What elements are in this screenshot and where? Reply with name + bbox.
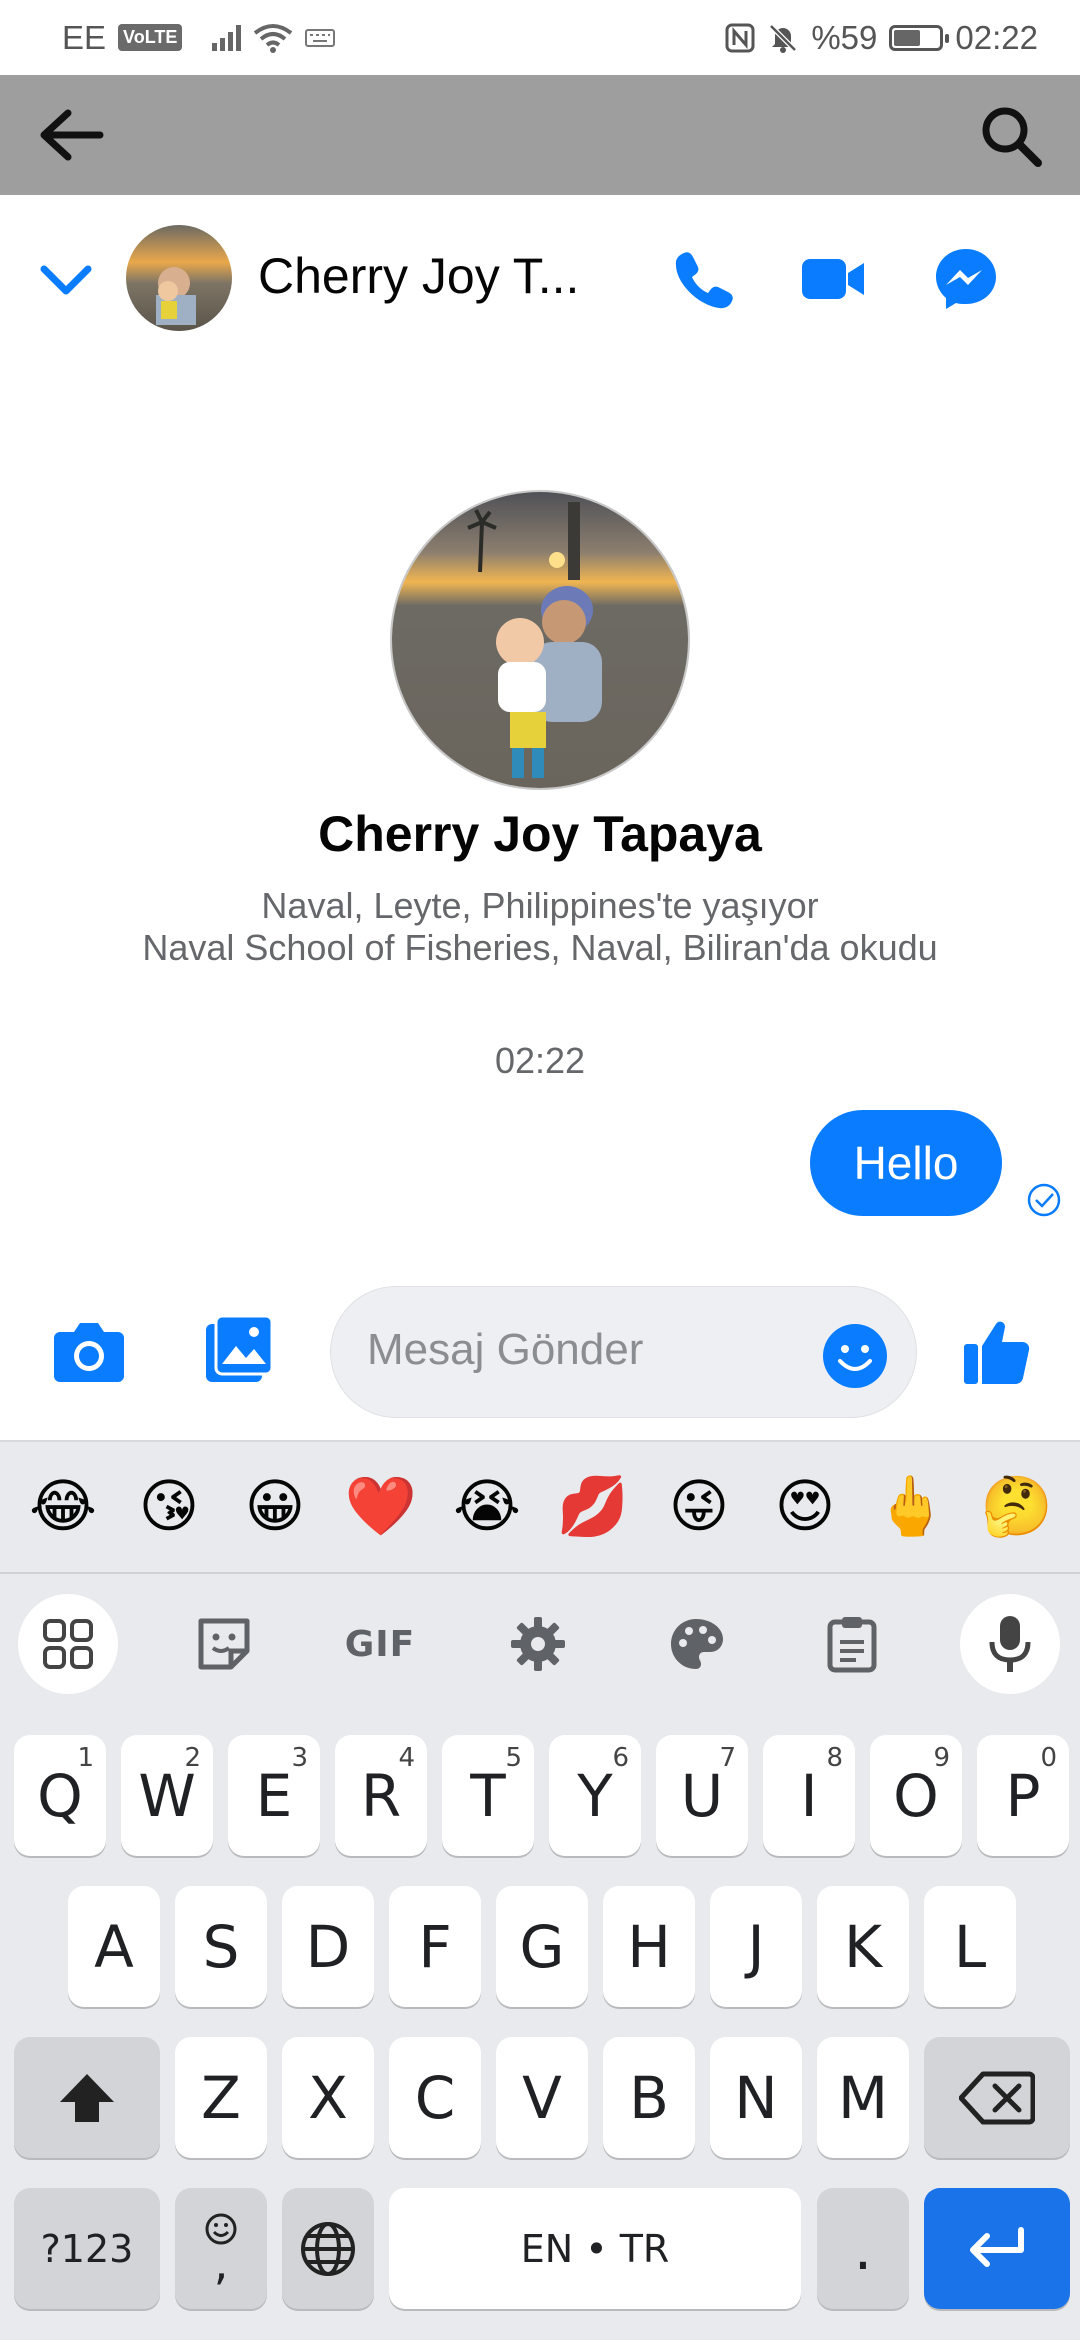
nfc-icon [725,23,755,52]
contact-name[interactable]: Cherry Joy T... [258,247,603,305]
profile-name: Cherry Joy Tapaya [318,806,762,862]
emoji-suggestion[interactable]: ❤️ [336,1478,426,1536]
key-w[interactable]: W2 [121,1735,213,1856]
sent-message-bubble[interactable]: Hello [810,1110,1002,1216]
key-y[interactable]: Y6 [549,1735,641,1856]
key-m[interactable]: M [817,2037,909,2158]
key-a[interactable]: A [68,1886,160,2007]
backspace-key[interactable] [924,2037,1070,2158]
enter-icon [970,2226,1024,2267]
battery-percent: %59 [811,18,878,56]
keyboard-toolbar: GIF [0,1576,1080,1716]
key-q[interactable]: Q1 [14,1735,106,1856]
gif-button[interactable]: GIF [330,1594,430,1694]
key-r[interactable]: R4 [335,1735,427,1856]
space-key[interactable]: EN • TR [389,2188,801,2309]
clipboard-icon[interactable] [802,1594,902,1694]
emoji-icon[interactable] [822,1323,888,1389]
message-timestamp: 02:22 [494,1040,586,1081]
message-input[interactable]: Mesaj Gönder [330,1286,917,1418]
phone-icon[interactable] [666,243,738,315]
status-bar: EE VoLTE %59 02:22 [0,0,1080,75]
search-icon[interactable] [978,103,1044,169]
palette-icon[interactable] [646,1594,746,1694]
emoji-suggestion[interactable]: 😀 [230,1478,320,1536]
back-arrow-icon[interactable] [36,105,106,165]
key-b[interactable]: B [603,2037,695,2158]
key-t[interactable]: T5 [442,1735,534,1856]
chat-header: Cherry Joy T... [0,195,1080,365]
language-key[interactable] [282,2188,374,2309]
top-toolbar [0,75,1080,195]
video-camera-icon[interactable] [798,243,870,315]
volte-badge: VoLTE [118,24,183,51]
emoji-suggestion[interactable]: 😭 [442,1478,532,1536]
status-left: EE VoLTE [62,18,336,57]
key-j[interactable]: J [710,1886,802,2007]
emoji-suggestion[interactable]: 😍 [760,1478,850,1536]
gif-label: GIF [344,1623,416,1665]
emoji-suggestion[interactable]: 🖕 [866,1478,956,1536]
message-input-placeholder: Mesaj Gönder [367,1325,644,1374]
battery-icon [889,24,950,51]
status-right: %59 02:22 [725,19,1038,57]
camera-icon[interactable] [52,1316,126,1386]
keyboard-status-icon [305,28,336,47]
profile-lives-in: Naval, Leyte, Philippines'te yaşıyor [261,885,819,926]
period-key[interactable]: . [817,2188,909,2309]
key-g[interactable]: G [496,1886,588,2007]
emoji-suggestion-row: 😂 😘 😀 ❤️ 😭 💋 😜 😍 🖕 🤔 [0,1442,1080,1574]
emoji-suggestion[interactable]: 🤔 [972,1478,1062,1536]
key-h[interactable]: H [603,1886,695,2007]
apps-grid-icon[interactable] [18,1594,118,1694]
messenger-icon[interactable] [930,243,1002,315]
key-o[interactable]: O9 [870,1735,962,1856]
composer-bar: Mesaj Gönder [0,1270,1080,1430]
key-z[interactable]: Z [175,2037,267,2158]
enter-key[interactable] [924,2188,1070,2309]
key-s[interactable]: S [175,1886,267,2007]
key-x[interactable]: X [282,2037,374,2158]
globe-icon [301,2221,355,2276]
key-f[interactable]: F [389,1886,481,2007]
shift-key[interactable] [14,2037,160,2158]
key-e[interactable]: E3 [228,1735,320,1856]
key-d[interactable]: D [282,1886,374,2007]
chevron-down-icon[interactable] [38,255,94,305]
signal-icon [212,24,242,51]
profile-photo-image [392,492,688,788]
profile-photo[interactable] [390,490,690,790]
backspace-icon [959,2071,1035,2124]
sent-check-icon [1027,1183,1061,1217]
sticker-icon[interactable] [174,1594,274,1694]
key-c[interactable]: C [389,2037,481,2158]
profile-studied-at: Naval School of Fisheries, Naval, Bilira… [142,927,938,968]
comma-label: , [213,2235,229,2290]
key-k[interactable]: K [817,1886,909,2007]
wifi-icon [254,23,293,53]
microphone-icon[interactable] [960,1594,1060,1694]
key-n[interactable]: N [710,2037,802,2158]
key-l[interactable]: L [924,1886,1016,2007]
muted-bell-icon [769,23,798,53]
key-i[interactable]: I8 [763,1735,855,1856]
emoji-suggestion[interactable]: 😂 [18,1478,108,1536]
comma-emoji-key[interactable]: , [175,2188,267,2309]
settings-icon[interactable] [488,1594,588,1694]
contact-avatar[interactable] [126,225,232,331]
gallery-icon[interactable] [202,1314,276,1386]
key-v[interactable]: V [496,2037,588,2158]
shift-icon [60,2073,114,2122]
emoji-suggestion[interactable]: 😘 [124,1478,214,1536]
key-u[interactable]: U7 [656,1735,748,1856]
key-p[interactable]: P0 [977,1735,1069,1856]
emoji-suggestion[interactable]: 😜 [654,1478,744,1536]
carrier-label: EE [62,18,107,56]
contact-avatar-photo [126,225,232,331]
symbols-key[interactable]: ?123 [14,2188,160,2309]
keyboard: 😂 😘 😀 ❤️ 😭 💋 😜 😍 🖕 🤔 GIF Q 1 W 2 E 3 R 4… [0,1440,1080,2340]
clock: 02:22 [955,18,1038,56]
emoji-suggestion[interactable]: 💋 [548,1478,638,1536]
thumbs-up-icon[interactable] [960,1312,1036,1388]
